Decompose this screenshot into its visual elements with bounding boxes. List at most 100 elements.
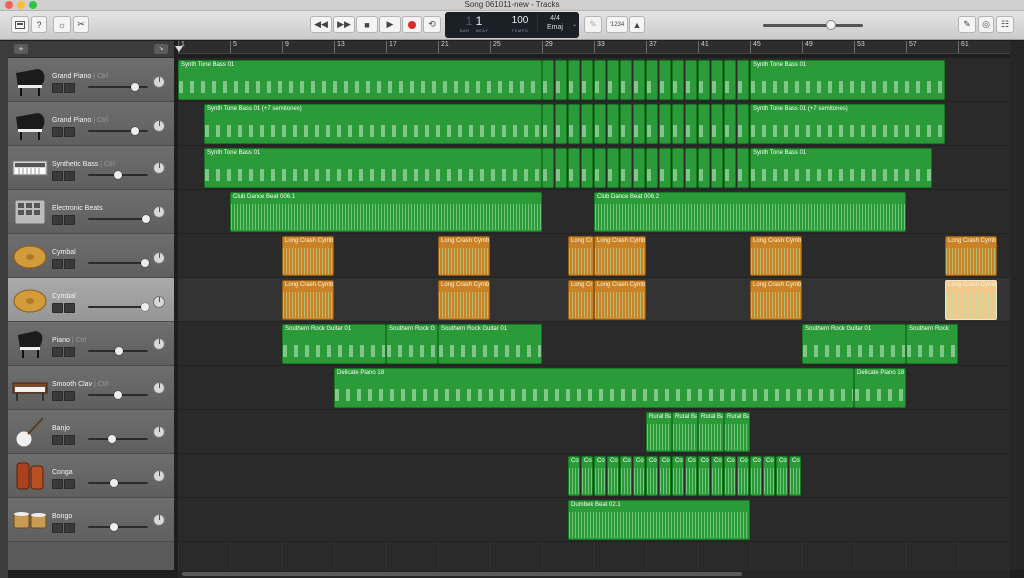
stop-button[interactable]: ■ xyxy=(356,16,378,33)
midi-region[interactable] xyxy=(646,60,658,100)
lcd-display[interactable]: 1 1 BAR BEAT 100 TEMPO 4/4 Emaj ⌄ xyxy=(445,12,579,38)
midi-region[interactable] xyxy=(672,60,684,100)
audio-region[interactable]: Rural Ba xyxy=(646,412,672,452)
track-volume-knob[interactable] xyxy=(110,523,119,531)
track-header[interactable]: Synthetic Bass | Ctrl xyxy=(8,146,174,190)
audio-region[interactable]: Long Crash Cymb xyxy=(438,236,490,276)
midi-region[interactable] xyxy=(607,148,619,188)
lcd-time-signature[interactable]: 4/4 xyxy=(538,14,572,23)
track-header[interactable]: Banjo xyxy=(8,410,174,454)
mute-button[interactable] xyxy=(52,435,63,445)
track-name[interactable]: Piano | Ctrl xyxy=(52,337,87,344)
midi-region[interactable] xyxy=(607,104,619,144)
horizontal-scroll-thumb[interactable] xyxy=(182,572,742,576)
track-volume-knob[interactable] xyxy=(108,435,116,443)
track-name[interactable]: Grand Piano | Ctrl xyxy=(52,117,108,124)
notepad-icon[interactable]: ✎ xyxy=(958,16,976,33)
midi-region[interactable]: Southern Rock xyxy=(906,324,958,364)
headphones-icon[interactable] xyxy=(64,83,75,93)
midi-region[interactable] xyxy=(620,60,632,100)
midi-region[interactable] xyxy=(542,148,554,188)
pan-knob[interactable] xyxy=(153,162,165,174)
headphones-icon[interactable] xyxy=(64,127,75,137)
midi-region[interactable]: Synth Tone Bass 01 xyxy=(178,60,542,100)
midi-region[interactable] xyxy=(568,60,580,100)
audio-region[interactable]: Co xyxy=(607,456,619,496)
headphones-icon[interactable] xyxy=(64,215,75,225)
audio-region[interactable]: Long Crash Cymb xyxy=(282,236,334,276)
track-volume-slider[interactable] xyxy=(88,435,148,443)
midi-region[interactable] xyxy=(711,104,723,144)
midi-region[interactable] xyxy=(555,60,567,100)
track-name[interactable]: Smooth Clav | Ctrl xyxy=(52,381,109,388)
track-header[interactable]: Electronic Beats xyxy=(8,190,174,234)
midi-region[interactable] xyxy=(724,148,736,188)
midi-region[interactable] xyxy=(659,104,671,144)
audio-region[interactable]: Co xyxy=(594,456,606,496)
media-browser-icon[interactable]: ☷ xyxy=(996,16,1014,33)
audio-region[interactable]: Long Cr xyxy=(568,280,594,320)
midi-region[interactable]: Synth Tone Bass 01 (+7 semitones) xyxy=(204,104,542,144)
midi-region[interactable] xyxy=(568,104,580,144)
midi-region[interactable] xyxy=(594,148,606,188)
audio-region[interactable]: Club Dance Beat 006.2 xyxy=(594,192,906,232)
midi-region[interactable]: Southern Rock Guitar 01 xyxy=(282,324,386,364)
playhead-icon[interactable] xyxy=(175,46,183,52)
track-volume-slider[interactable] xyxy=(88,479,148,487)
audio-region[interactable]: Co xyxy=(789,456,801,496)
track-name[interactable]: Electronic Beats xyxy=(52,205,103,212)
audio-region[interactable]: Co xyxy=(646,456,658,496)
pan-knob[interactable] xyxy=(153,206,165,218)
midi-region[interactable]: Synth Tone Bass 01 (+7 semitones) xyxy=(750,104,945,144)
track-volume-knob[interactable] xyxy=(115,347,124,355)
midi-region[interactable] xyxy=(672,148,684,188)
track-header[interactable]: Cymbal xyxy=(8,234,174,278)
midi-region[interactable] xyxy=(737,148,749,188)
midi-region[interactable] xyxy=(542,104,554,144)
count-in-button[interactable]: ′1234 xyxy=(606,16,628,33)
track-name[interactable]: Grand Piano | Ctrl xyxy=(52,73,108,80)
track-volume-slider[interactable] xyxy=(88,83,148,91)
midi-region[interactable] xyxy=(581,60,593,100)
audio-region[interactable]: Co xyxy=(568,456,580,496)
track-volume-knob[interactable] xyxy=(130,83,139,91)
audio-region[interactable]: Co xyxy=(672,456,684,496)
lcd-menu-chevron-icon[interactable]: ⌄ xyxy=(572,21,577,28)
tuner-icon[interactable]: ✎ xyxy=(584,16,602,33)
track-name[interactable]: Conga xyxy=(52,469,73,476)
mute-button[interactable] xyxy=(52,83,63,93)
audio-region[interactable]: Long Crash Cymb xyxy=(438,280,490,320)
mute-button[interactable] xyxy=(52,171,63,181)
midi-region[interactable] xyxy=(646,104,658,144)
track-header[interactable]: Grand Piano | Ctrl xyxy=(8,102,174,146)
mute-button[interactable] xyxy=(52,479,63,489)
track-volume-knob[interactable] xyxy=(114,391,122,399)
headphones-icon[interactable] xyxy=(64,171,75,181)
play-button[interactable]: ▶ xyxy=(379,16,401,33)
mute-button[interactable] xyxy=(52,391,63,401)
audio-region[interactable]: Co xyxy=(711,456,723,496)
midi-region[interactable] xyxy=(724,104,736,144)
vertical-scrollbar[interactable] xyxy=(1010,41,1024,570)
midi-region[interactable] xyxy=(581,148,593,188)
track-volume-slider[interactable] xyxy=(88,171,148,179)
midi-region[interactable] xyxy=(607,60,619,100)
track-volume-knob[interactable] xyxy=(141,215,150,223)
midi-region[interactable]: Synth Tone Bass 01 xyxy=(750,148,932,188)
timeline-ruler[interactable]: 1 5 9 13 17 21 25 29 33 37 41 45 49 53 57 61 xyxy=(175,41,1010,54)
horizontal-scrollbar[interactable] xyxy=(178,570,1010,578)
midi-region[interactable] xyxy=(594,60,606,100)
headphones-icon[interactable] xyxy=(64,347,75,357)
midi-region[interactable] xyxy=(633,148,645,188)
midi-region[interactable]: Delicate Piano 18 xyxy=(854,368,906,408)
pan-knob[interactable] xyxy=(153,470,165,482)
midi-region[interactable] xyxy=(724,60,736,100)
help-icon[interactable]: ? xyxy=(31,16,47,33)
track-name[interactable]: Cymbal xyxy=(52,293,76,300)
headphones-icon[interactable] xyxy=(64,303,75,313)
midi-region[interactable] xyxy=(672,104,684,144)
midi-region[interactable] xyxy=(711,148,723,188)
audio-region[interactable]: Long Crash Cymb xyxy=(594,280,646,320)
metronome-icon[interactable]: ▲ xyxy=(629,16,645,33)
headphones-icon[interactable] xyxy=(64,523,75,533)
